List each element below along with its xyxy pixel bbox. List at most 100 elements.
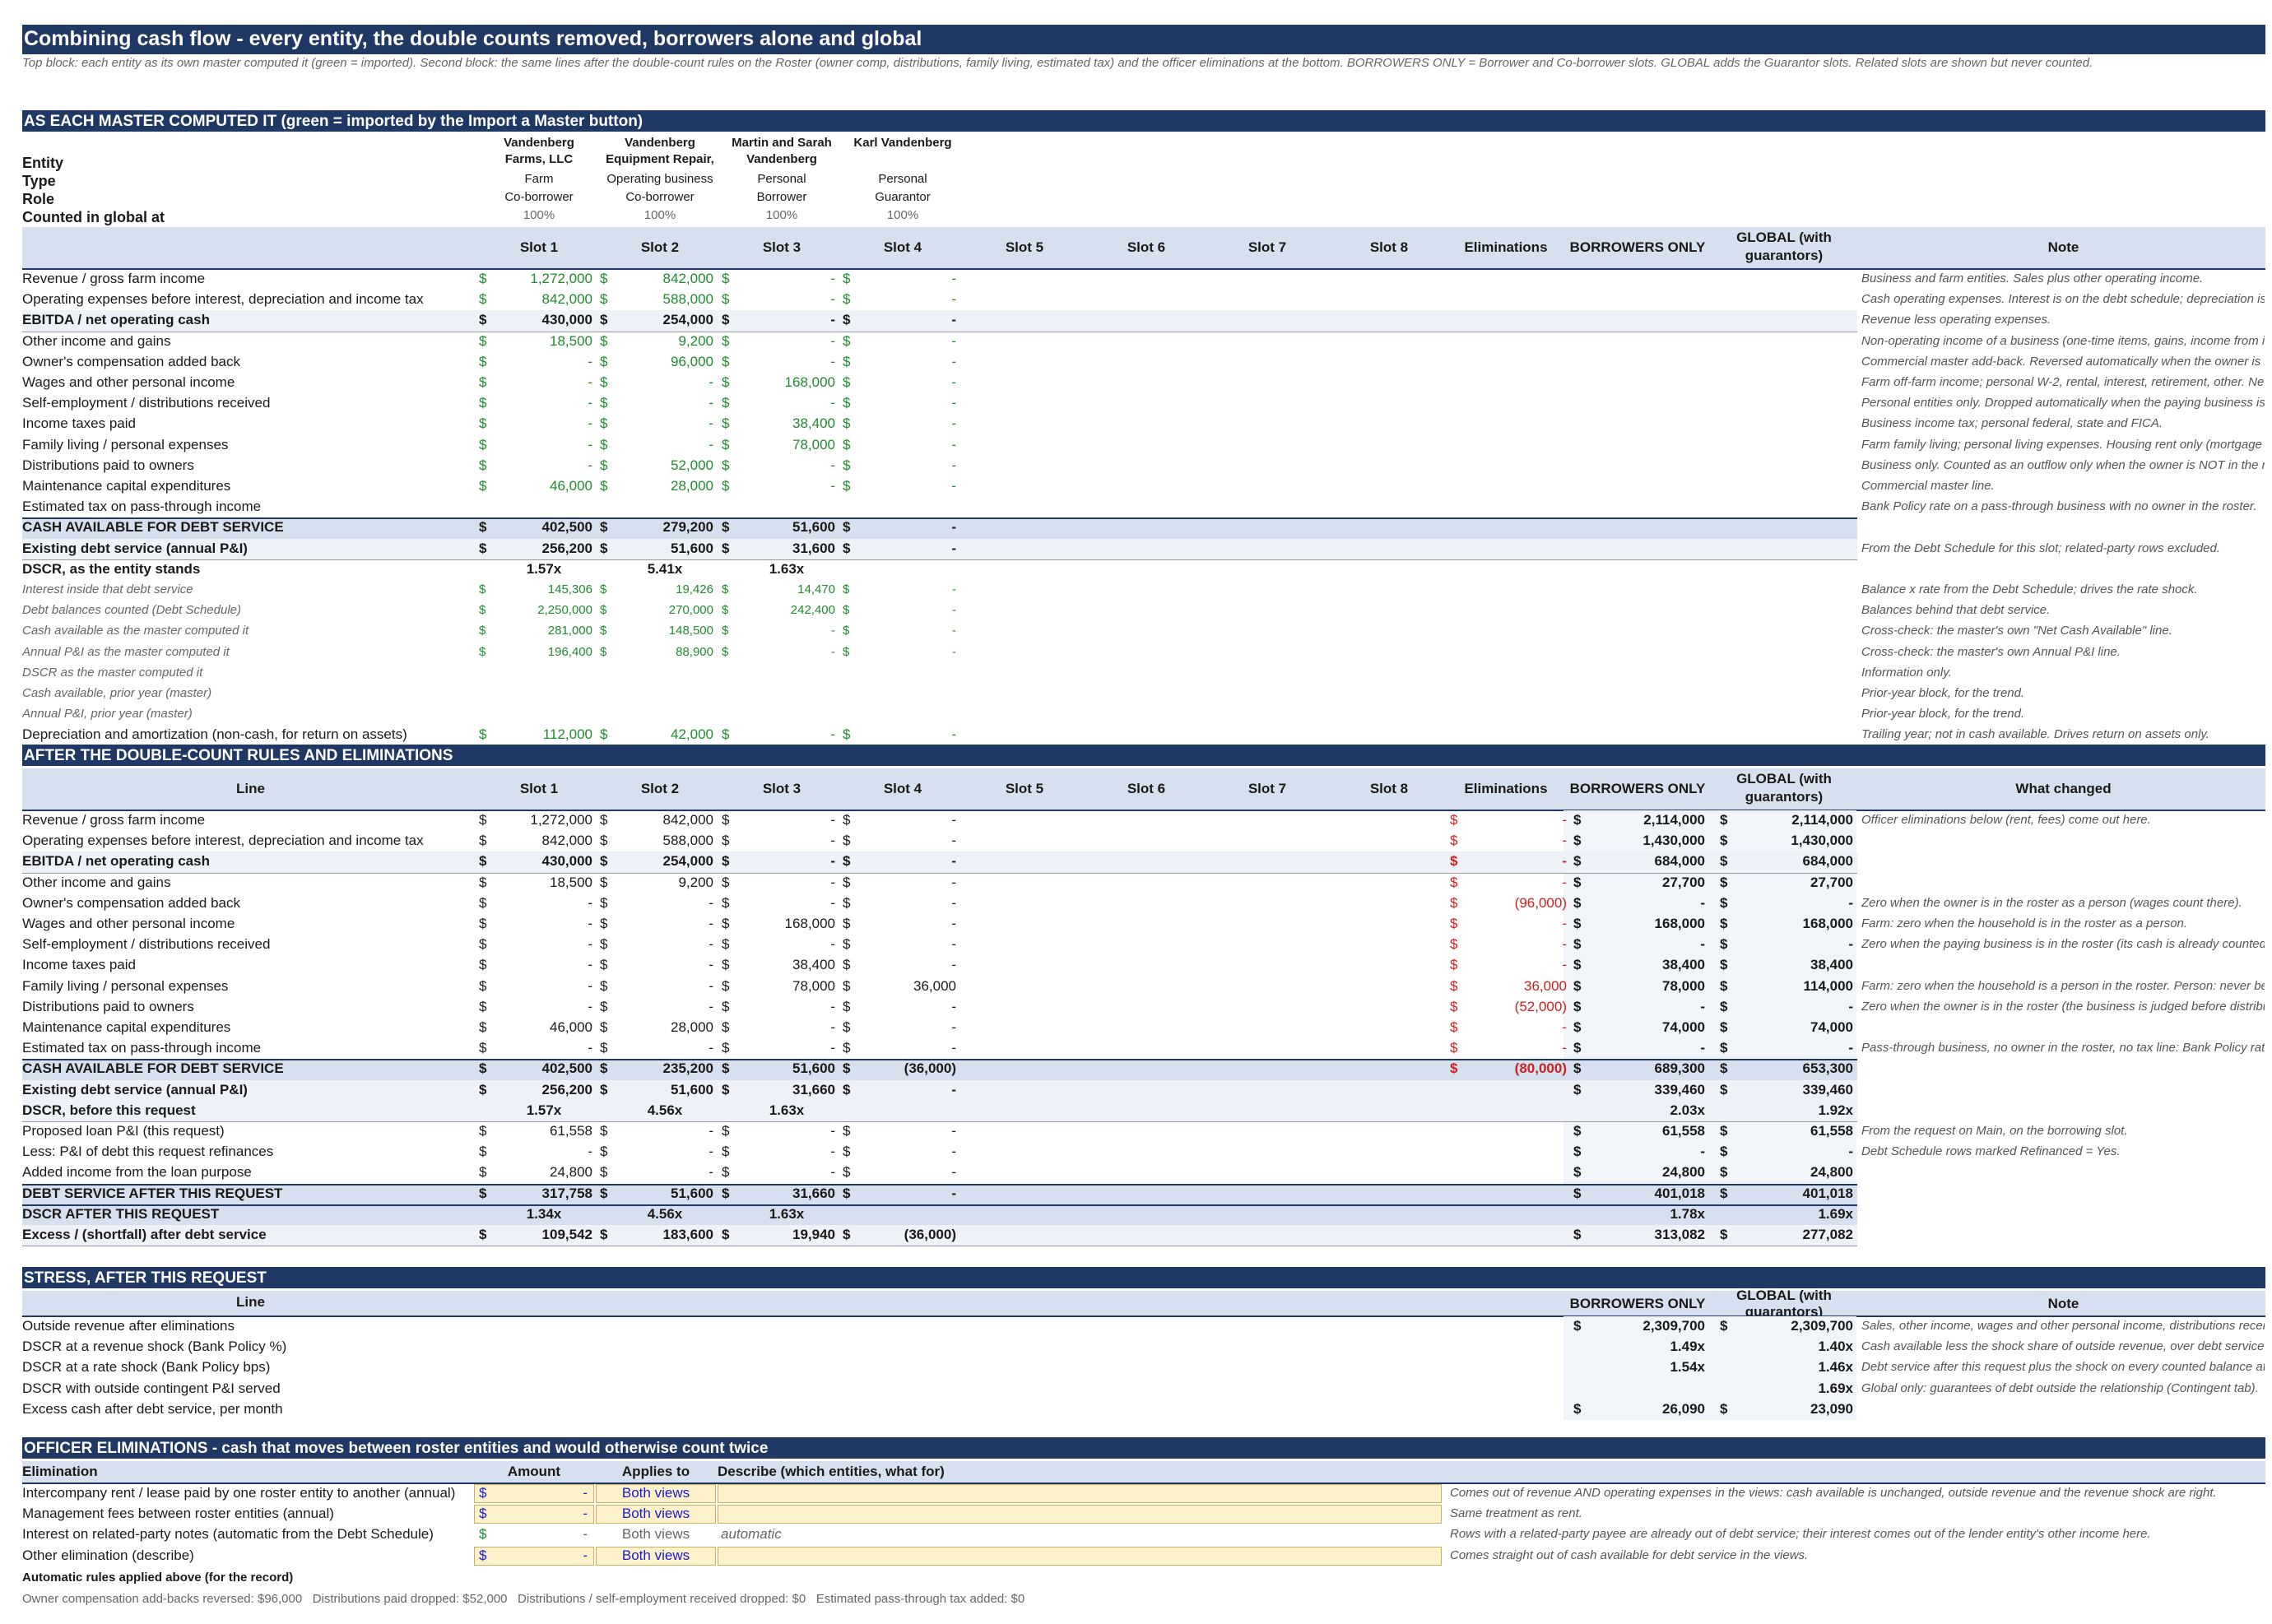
dollar-sign: $ bbox=[843, 1185, 851, 1201]
slot-value: (36,000) bbox=[904, 1060, 956, 1077]
slot-value: 112,000 bbox=[542, 726, 592, 743]
dollar-sign bbox=[843, 559, 859, 579]
borrowers-only-value: 26,090 bbox=[1662, 1400, 1705, 1417]
dollar-sign: $ bbox=[479, 1060, 487, 1077]
slot-value: - bbox=[830, 894, 835, 911]
slot-value: - bbox=[709, 415, 713, 432]
borrowers-only-value: 1,430,000 bbox=[1642, 833, 1705, 849]
slot-value bbox=[738, 704, 835, 724]
slot-value: - bbox=[588, 374, 592, 390]
entity-name-line2: Farms, LLC bbox=[504, 152, 574, 166]
global-value: - bbox=[1848, 1144, 1853, 1160]
entity-type: Personal bbox=[757, 172, 806, 186]
slot-value: 842,000 bbox=[541, 291, 592, 308]
global-value: 1,430,000 bbox=[1791, 833, 1853, 849]
slot-value: - bbox=[830, 353, 835, 369]
dollar-sign: $ bbox=[1573, 1081, 1582, 1097]
row-label: Wages and other personal income bbox=[22, 374, 235, 390]
dollar-sign bbox=[843, 663, 859, 683]
dollar-sign: $ bbox=[600, 395, 608, 411]
column-header: Eliminations bbox=[1464, 239, 1548, 255]
row-label: CASH AVAILABLE FOR DEBT SERVICE bbox=[22, 1060, 284, 1077]
slot-value: - bbox=[830, 936, 835, 953]
dollar-sign: $ bbox=[600, 624, 607, 638]
slot-value: 402,500 bbox=[541, 519, 592, 536]
dollar-sign: $ bbox=[722, 894, 730, 911]
dollar-sign: $ bbox=[722, 916, 730, 931]
applies-to-value[interactable]: Both views bbox=[596, 1483, 716, 1503]
slot-value: - bbox=[951, 833, 956, 849]
dollar-sign bbox=[479, 663, 495, 683]
slot-value: - bbox=[951, 457, 956, 473]
row-note: Debt service after this request plus the… bbox=[1861, 1360, 2265, 1375]
row-label: Excess / (shortfall) after debt service bbox=[22, 1227, 267, 1242]
row-label: DEBT SERVICE AFTER THIS REQUEST bbox=[22, 1185, 283, 1201]
applies-to-value[interactable]: Both views bbox=[596, 1546, 716, 1566]
row-note: Cross-check: the master's own Annual P&I… bbox=[1861, 644, 2121, 659]
dollar-sign: $ bbox=[479, 353, 487, 369]
dollar-sign: $ bbox=[600, 644, 607, 659]
borrowers-only-value: 78,000 bbox=[1662, 977, 1705, 994]
global-value: 1.69x bbox=[1818, 1380, 1853, 1396]
slot-value: 256,200 bbox=[541, 540, 592, 556]
borrowers-only-value: 2,309,700 bbox=[1642, 1318, 1705, 1334]
slot-value: - bbox=[952, 582, 956, 596]
dollar-sign: $ bbox=[843, 1040, 851, 1056]
column-header: Applies to bbox=[621, 1464, 690, 1479]
slot-value: - bbox=[588, 957, 592, 973]
dollar-sign: $ bbox=[722, 1040, 730, 1056]
row-label: Family living / personal expenses bbox=[22, 977, 229, 994]
dollar-sign: $ bbox=[1573, 874, 1582, 890]
row-note: Prior-year block, for the trend. bbox=[1861, 707, 2025, 722]
dollar-sign: $ bbox=[600, 874, 608, 890]
describe-value[interactable] bbox=[721, 1483, 1437, 1503]
amount-value[interactable]: - bbox=[494, 1546, 588, 1566]
applies-to-value[interactable]: Both views bbox=[596, 1504, 716, 1524]
dollar-sign: $ bbox=[1450, 853, 1458, 870]
dollar-sign: $ bbox=[600, 812, 608, 828]
slot-value: 88,900 bbox=[676, 644, 713, 659]
dollar-sign: $ bbox=[1573, 1123, 1582, 1139]
slot-value: - bbox=[709, 1040, 713, 1056]
borrowers-only-value: - bbox=[1700, 1040, 1705, 1056]
slot-value: - bbox=[588, 436, 592, 452]
dollar-sign: $ bbox=[479, 977, 487, 994]
dollar-sign bbox=[722, 497, 738, 517]
amount-value[interactable]: - bbox=[494, 1483, 588, 1503]
dollar-sign: $ bbox=[843, 977, 851, 994]
slot-value: - bbox=[588, 353, 592, 369]
slot-value bbox=[616, 497, 713, 517]
slot-value: - bbox=[588, 1040, 592, 1056]
dollar-sign: $ bbox=[1450, 1040, 1458, 1056]
borrowers-only-value: 689,300 bbox=[1654, 1060, 1705, 1077]
dollar-sign: $ bbox=[479, 853, 487, 870]
meta-label: Entity bbox=[22, 155, 64, 171]
dollar-sign: $ bbox=[600, 1185, 608, 1201]
describe-value[interactable] bbox=[721, 1504, 1437, 1524]
borrowers-only-value: 339,460 bbox=[1654, 1081, 1705, 1097]
dollar-sign: $ bbox=[843, 291, 851, 308]
amount-value[interactable]: - bbox=[494, 1504, 588, 1524]
slot-value: 52,000 bbox=[671, 457, 713, 473]
slot-value: - bbox=[951, 726, 956, 743]
row-label: Cash available, prior year (master) bbox=[22, 686, 212, 700]
amount-value: - bbox=[583, 1526, 588, 1543]
dollar-sign: $ bbox=[479, 916, 487, 931]
dollar-sign bbox=[722, 684, 738, 703]
slot-value: 28,000 bbox=[671, 1019, 713, 1035]
slot-value: - bbox=[830, 1164, 835, 1181]
describe-value[interactable] bbox=[721, 1546, 1437, 1566]
column-header: Slot 1 bbox=[519, 239, 559, 255]
column-header: Amount bbox=[507, 1464, 561, 1479]
entity-type: Farm bbox=[524, 172, 554, 186]
row-label: Distributions paid to owners bbox=[22, 457, 194, 473]
borrowers-only-value: 1.54x bbox=[1670, 1359, 1705, 1376]
dollar-sign: $ bbox=[1450, 812, 1458, 828]
borrowers-only-value: 684,000 bbox=[1654, 853, 1705, 870]
row-note bbox=[1861, 1184, 2265, 1204]
entity-role: Guarantor bbox=[875, 190, 931, 204]
row-label: Family living / personal expenses bbox=[22, 436, 229, 452]
slot-value: - bbox=[588, 415, 592, 432]
entity-name-line2: Vandenberg bbox=[746, 152, 817, 166]
borrowers-only-value: 61,558 bbox=[1662, 1123, 1705, 1139]
